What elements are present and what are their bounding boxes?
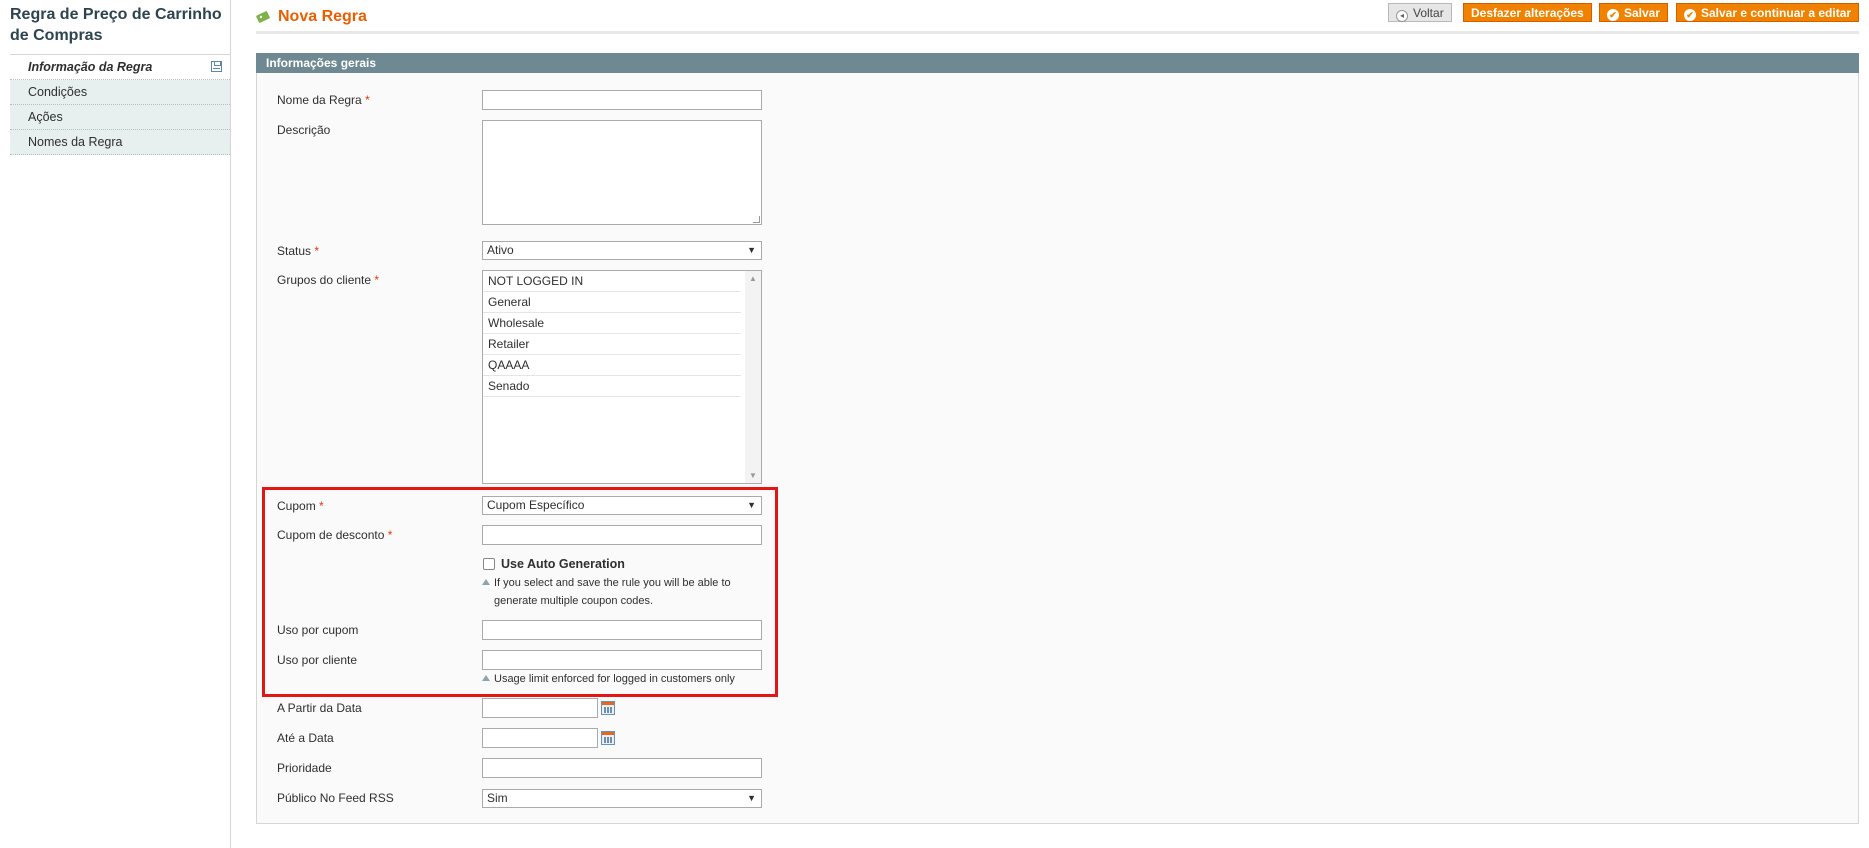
scroll-up-icon[interactable]: ▲ [749, 274, 757, 283]
highlight-box [262, 487, 778, 697]
save-button-label: Salvar [1624, 6, 1661, 20]
dropdown-arrow-icon: ▼ [747, 793, 756, 803]
to-date-input[interactable] [482, 728, 598, 748]
customer-group-option[interactable]: General [483, 292, 741, 313]
customer-group-option[interactable]: Retailer [483, 334, 741, 355]
back-arrow-icon: ◂ [1396, 10, 1408, 22]
tab-label: Condições [28, 85, 88, 99]
tab-conditions[interactable]: Condições [10, 80, 230, 105]
customer-group-option[interactable]: NOT LOGGED IN [483, 271, 741, 292]
priority-input[interactable] [482, 758, 762, 778]
calendar-icon[interactable] [601, 701, 615, 715]
save-changes-icon [211, 61, 222, 72]
checkmark-icon: ✔ [1607, 9, 1619, 21]
tab-label: Informação da Regra [28, 60, 153, 74]
status-select[interactable]: Ativo ▼ [482, 241, 762, 260]
rss-feed-select[interactable]: Sim ▼ [482, 789, 762, 808]
reset-button-label: Desfazer alterações [1471, 6, 1584, 20]
customer-groups-multiselect[interactable]: NOT LOGGED IN General Wholesale Retailer… [482, 270, 762, 484]
customer-group-option[interactable]: QAAAA [483, 355, 741, 376]
reset-button[interactable]: Desfazer alterações [1463, 3, 1592, 22]
tab-rule-information[interactable]: Informação da Regra [10, 54, 230, 80]
tab-label: Nomes da Regra [28, 135, 123, 149]
status-label: Status * [277, 244, 320, 258]
rss-feed-label: Público No Feed RSS [277, 791, 394, 805]
sidebar: Regra de Preço de Carrinho de Compras In… [0, 0, 231, 848]
section-header: Informações gerais [256, 53, 1859, 73]
from-date-label: A Partir da Data [277, 701, 362, 715]
page-title: Nova Regra [278, 8, 367, 25]
dropdown-arrow-icon: ▼ [747, 245, 756, 255]
customer-group-option[interactable]: Senado [483, 376, 741, 397]
rss-feed-value: Sim [487, 791, 508, 805]
status-value: Ativo [487, 243, 514, 257]
save-continue-label: Salvar e continuar a editar [1701, 6, 1852, 20]
resize-grip-icon[interactable] [753, 216, 760, 223]
to-date-label: Até a Data [277, 731, 334, 745]
sidebar-tabs: Informação da Regra Condições Ações Nome… [10, 54, 230, 155]
save-button[interactable]: ✔ Salvar [1599, 3, 1669, 22]
description-label: Descrição [277, 123, 331, 137]
checkmark-icon: ✔ [1684, 9, 1696, 21]
multiselect-scrollbar[interactable]: ▲ ▼ [745, 271, 761, 483]
rule-name-label: Nome da Regra * [277, 93, 370, 107]
customer-groups-label: Grupos do cliente * [277, 273, 380, 287]
rule-icon [256, 11, 270, 23]
priority-label: Prioridade [277, 761, 332, 775]
header-divider [256, 31, 1859, 34]
description-textarea[interactable] [482, 120, 762, 225]
tab-rule-labels[interactable]: Nomes da Regra [10, 130, 230, 155]
back-button-label: Voltar [1413, 6, 1444, 20]
sidebar-title: Regra de Preço de Carrinho de Compras [10, 6, 222, 44]
from-date-input[interactable] [482, 698, 598, 718]
back-button[interactable]: ◂ Voltar [1388, 3, 1452, 22]
tab-label: Ações [28, 110, 63, 124]
tab-actions[interactable]: Ações [10, 105, 230, 130]
scroll-down-icon[interactable]: ▼ [749, 471, 757, 480]
calendar-icon[interactable] [601, 731, 615, 745]
save-and-continue-button[interactable]: ✔ Salvar e continuar a editar [1676, 3, 1860, 22]
rule-name-input[interactable] [482, 90, 762, 110]
customer-group-option[interactable]: Wholesale [483, 313, 741, 334]
